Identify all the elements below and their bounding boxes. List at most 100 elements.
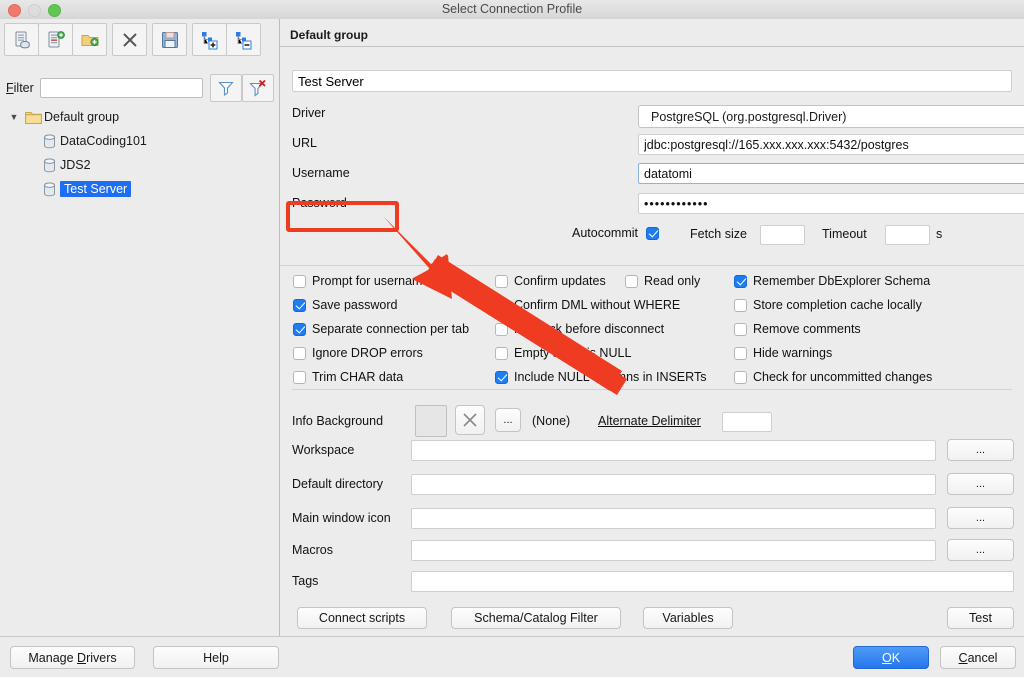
checkbox-hide-warnings[interactable]: Hide warnings (734, 343, 832, 363)
workspace-browse-button[interactable]: ... (947, 439, 1014, 461)
checkbox-label: Check for uncommitted changes (753, 370, 933, 384)
tree-item-label: DataCoding101 (60, 134, 147, 148)
cancel-button[interactable]: Cancel (940, 646, 1016, 669)
checkbox-read-only[interactable]: Read only (625, 271, 700, 291)
checkbox-confirm-dml-without-where[interactable]: Confirm DML without WHERE (495, 295, 680, 315)
clear-filter-icon[interactable] (242, 74, 274, 102)
checkbox-label: Separate connection per tab (312, 322, 470, 336)
main-window-icon-browse-button[interactable]: ... (947, 507, 1014, 529)
checkbox-box[interactable] (293, 298, 306, 312)
filter-input[interactable] (40, 78, 204, 98)
checkbox-box[interactable] (293, 346, 306, 360)
info-background-color-swatch[interactable] (415, 405, 447, 437)
checkbox-prompt-for-username[interactable]: Prompt for username (293, 271, 429, 291)
tree-item-0[interactable]: DataCoding101 (0, 129, 279, 153)
connection-tree[interactable]: ▼ Default group DataCoding101 JDS2 Test … (0, 105, 279, 201)
schema-catalog-filter-button[interactable]: Schema/Catalog Filter (451, 607, 621, 629)
main-window-icon-input[interactable] (411, 508, 936, 529)
url-label: URL (292, 136, 318, 150)
timeout-input[interactable] (885, 225, 930, 245)
window-title: Select Connection Profile (441, 2, 583, 16)
checkbox-include-null-columns-in-inserts[interactable]: Include NULL columns in INSERTs (495, 367, 706, 387)
password-label: Password (292, 196, 347, 210)
checkbox-check-for-uncommitted-changes[interactable]: Check for uncommitted changes (734, 367, 932, 387)
timeout-field: Timeout (822, 227, 867, 241)
checkbox-box[interactable] (495, 370, 508, 384)
checkbox-save-password[interactable]: Save password (293, 295, 397, 315)
checkbox-confirm-updates[interactable]: Confirm updates (495, 271, 606, 291)
checkbox-box[interactable] (734, 370, 747, 384)
database-icon (38, 158, 60, 173)
workspace-label: Workspace (292, 443, 355, 457)
manage-drivers-button[interactable]: Manage Drivers (10, 646, 135, 669)
password-input[interactable] (638, 193, 1024, 214)
database-icon (38, 182, 60, 197)
tree-item-1[interactable]: JDS2 (0, 153, 279, 177)
clear-color-button[interactable] (455, 405, 485, 435)
filter-label: Filter (6, 81, 34, 95)
checkbox-box[interactable] (734, 322, 747, 336)
apply-filter-icon[interactable] (210, 74, 243, 102)
expand-tree-icon[interactable] (192, 23, 227, 56)
driver-select[interactable]: PostgreSQL (org.postgresql.Driver) ▲▼ (638, 105, 1024, 128)
copy-connection-icon[interactable] (38, 23, 73, 56)
checkbox-trim-char-data[interactable]: Trim CHAR data (293, 367, 403, 387)
checkbox-label: Hide warnings (753, 346, 833, 360)
checkbox-box[interactable] (495, 322, 508, 336)
tree-group-row[interactable]: ▼ Default group (0, 105, 279, 129)
alternate-delimiter-input[interactable] (722, 412, 772, 432)
chevron-down-icon[interactable]: ▼ (6, 112, 22, 122)
checkbox-separate-connection-per-tab[interactable]: Separate connection per tab (293, 319, 469, 339)
alternate-delimiter-link[interactable]: Alternate Delimiter (598, 414, 701, 428)
test-connection-button[interactable]: Test (947, 607, 1014, 629)
default-directory-input[interactable] (411, 474, 936, 495)
new-folder-icon[interactable] (72, 23, 107, 56)
checkbox-remember-dbexplorer-schema[interactable]: Remember DbExplorer Schema (734, 271, 930, 291)
help-button[interactable]: Help (153, 646, 279, 669)
checkbox-box[interactable] (293, 274, 306, 288)
driver-label-wrap: Driver (292, 106, 325, 120)
collapse-tree-icon[interactable] (226, 23, 261, 56)
delete-icon[interactable] (112, 23, 147, 56)
checkbox-box[interactable] (293, 322, 306, 336)
timeout-unit: s (936, 227, 942, 241)
checkbox-box[interactable] (293, 370, 306, 384)
new-connection-icon[interactable] (4, 23, 39, 56)
variables-button[interactable]: Variables (643, 607, 733, 629)
tags-input[interactable] (411, 571, 1014, 592)
checkbox-ignore-drop-errors[interactable]: Ignore DROP errors (293, 343, 423, 363)
checkbox-box[interactable] (734, 274, 747, 288)
workspace-input[interactable] (411, 440, 936, 461)
checkbox-label: Save password (312, 298, 398, 312)
checkbox-store-completion-cache-locally[interactable]: Store completion cache locally (734, 295, 922, 315)
autocommit-checkbox[interactable] (646, 226, 659, 240)
macros-input[interactable] (411, 540, 936, 561)
macros-browse-button[interactable]: ... (947, 539, 1014, 561)
profile-name-input[interactable] (292, 70, 1012, 92)
checkbox-box[interactable] (625, 274, 638, 288)
tree-item-2[interactable]: Test Server (0, 177, 279, 201)
save-icon[interactable] (152, 23, 187, 56)
username-label: Username (292, 166, 350, 180)
username-input[interactable] (638, 163, 1024, 184)
checkbox-box[interactable] (495, 298, 508, 312)
checkbox-empty-string-is-null[interactable]: Empty string is NULL (495, 343, 631, 363)
checkbox-rollback-before-disconnect[interactable]: Rollback before disconnect (495, 319, 664, 339)
connect-scripts-button[interactable]: Connect scripts (297, 607, 427, 629)
ok-button[interactable]: OK (853, 646, 929, 669)
checkbox-box[interactable] (734, 298, 747, 312)
autocommit-label: Autocommit (572, 226, 638, 240)
checkbox-label: Remove comments (753, 322, 861, 336)
fetch-size-input[interactable] (760, 225, 805, 245)
checkbox-remove-comments[interactable]: Remove comments (734, 319, 861, 339)
ok-label: OK (881, 650, 901, 665)
checkbox-box[interactable] (734, 346, 747, 360)
url-input[interactable] (638, 134, 1024, 155)
group-header: Default group (280, 25, 1024, 47)
autocommit-field[interactable]: Autocommit (572, 226, 659, 240)
checkbox-box[interactable] (495, 346, 508, 360)
checkbox-box[interactable] (495, 274, 508, 288)
macros-label-wrap: Macros (292, 543, 333, 557)
default-directory-browse-button[interactable]: ... (947, 473, 1014, 495)
info-background-browse-button[interactable]: ... (495, 408, 521, 432)
